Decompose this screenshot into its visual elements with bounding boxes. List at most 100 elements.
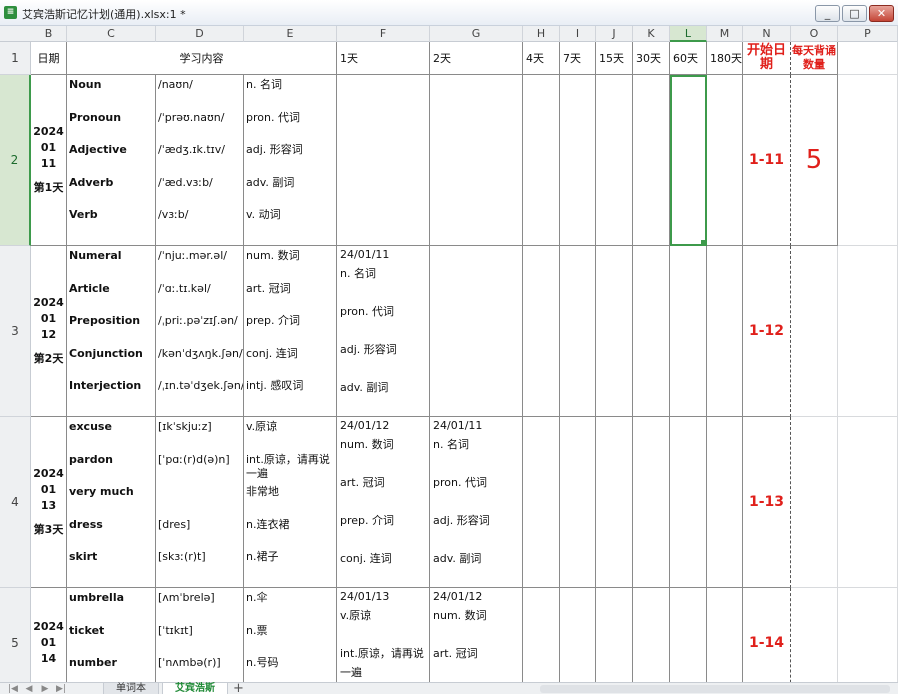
sheet-grid[interactable]: 日期 学习内容 1天 2天 4天 7天 15天 30天 60天 180天 开始日期 每天背诵数量 202…	[31, 42, 898, 682]
review-cell-l[interactable]	[670, 588, 707, 682]
empty-cell[interactable]	[791, 417, 838, 588]
review-day2-cell[interactable]	[430, 75, 523, 246]
phonetics-cell[interactable]: [ʌmˈbrelə] [ˈtɪkɪt] [ˈnʌmbə(r)]	[156, 588, 244, 682]
close-button[interactable]: ✕	[869, 5, 894, 22]
empty-cell[interactable]	[791, 588, 838, 682]
empty-cell[interactable]	[838, 42, 898, 75]
minimize-button[interactable]: _	[815, 5, 840, 22]
column-header-p[interactable]: P	[838, 26, 898, 42]
date-cell[interactable]: 2024 01 11 第1天	[31, 75, 67, 246]
column-header-j[interactable]: J	[596, 26, 633, 42]
review-cell-l[interactable]	[670, 417, 707, 588]
header-day-30[interactable]: 30天	[633, 42, 670, 75]
words-cell[interactable]: Numeral Article Preposition Conjunction Inte…	[67, 246, 156, 417]
sheet-tab-wordbook[interactable]: 单词本	[103, 683, 159, 694]
column-header-b[interactable]: B	[31, 26, 67, 42]
add-sheet-button[interactable]: +	[233, 681, 244, 694]
review-cell-h[interactable]	[523, 75, 560, 246]
date-cell[interactable]: 2024 01 13 第3天	[31, 417, 67, 588]
header-day-4[interactable]: 4天	[523, 42, 560, 75]
start-date-cell[interactable]: 1-11	[743, 75, 791, 246]
review-cell-i[interactable]	[560, 246, 596, 417]
review-cell-h[interactable]	[523, 588, 560, 682]
header-daily-count[interactable]: 每天背诵数量	[791, 42, 838, 75]
review-cell-i[interactable]	[560, 417, 596, 588]
review-cell-i[interactable]	[560, 588, 596, 682]
words-cell[interactable]: umbrella ticket number	[67, 588, 156, 682]
review-cell-i[interactable]	[560, 75, 596, 246]
prev-sheet-icon[interactable]: ◀	[22, 683, 36, 694]
column-header-d[interactable]: D	[156, 26, 244, 42]
empty-cell[interactable]	[838, 588, 898, 682]
column-header-h[interactable]: H	[523, 26, 560, 42]
next-sheet-icon[interactable]: ▶	[38, 683, 52, 694]
start-date-cell[interactable]: 1-12	[743, 246, 791, 417]
row-header-1[interactable]: 1	[0, 42, 31, 75]
row-header-4[interactable]: 4	[0, 417, 31, 588]
header-day-ate[interactable]: 日期	[31, 42, 67, 75]
column-header-c[interactable]: C	[67, 26, 156, 42]
review-cell-l[interactable]	[670, 246, 707, 417]
phonetics-cell[interactable]: /naʊn/ /ˈprəʊ.naʊn/ /ˈædʒ.ɪk.tɪv/ /ˈæd.vɜːb…	[156, 75, 244, 246]
start-date-cell[interactable]: 1-13	[743, 417, 791, 588]
column-header-g[interactable]: G	[430, 26, 523, 42]
sheet-tab-ebbinghaus[interactable]: 艾宾浩斯	[162, 683, 228, 694]
empty-cell[interactable]	[838, 417, 898, 588]
header-day-1[interactable]: 1天	[337, 42, 430, 75]
date-cell[interactable]: 2024 01 14	[31, 588, 67, 682]
empty-cell[interactable]	[791, 246, 838, 417]
review-cell-j[interactable]	[596, 417, 633, 588]
phonetics-cell[interactable]: /ˈnjuː.mər.əl/ /ˈɑː.tɪ.kəl/ /ˌpriː.pəˈzɪʃ.…	[156, 246, 244, 417]
header-day-2[interactable]: 2天	[430, 42, 523, 75]
row-header-2[interactable]: 2	[0, 75, 31, 246]
start-date-cell[interactable]: 1-14	[743, 588, 791, 682]
first-sheet-icon[interactable]: |◀	[6, 683, 20, 694]
words-cell[interactable]: excuse pardon very much dress skirt	[67, 417, 156, 588]
column-header-k[interactable]: K	[633, 26, 670, 42]
column-header-l[interactable]: L	[670, 26, 707, 42]
review-day2-cell[interactable]: 24/01/11 n. 名词 pron. 代词 adj. 形容词 adv. 副词	[430, 417, 523, 588]
column-header-m[interactable]: M	[707, 26, 743, 42]
review-day1-cell[interactable]	[337, 75, 430, 246]
review-cell-m[interactable]	[707, 417, 743, 588]
review-day1-cell[interactable]: 24/01/12 num. 数词 art. 冠词 prep. 介词 conj. 连词	[337, 417, 430, 588]
phonetics-cell[interactable]: [ɪkˈskjuːz] [ˈpɑː(r)d(ə)n] [dres] [skɜː(r)t…	[156, 417, 244, 588]
review-day2-cell[interactable]	[430, 246, 523, 417]
review-cell-k[interactable]	[633, 246, 670, 417]
review-cell-k[interactable]	[633, 417, 670, 588]
words-cell[interactable]: Noun Pronoun Adjective Adverb Verb	[67, 75, 156, 246]
horizontal-scrollbar[interactable]	[540, 685, 890, 693]
header-day-15[interactable]: 15天	[596, 42, 633, 75]
review-cell-j[interactable]	[596, 75, 633, 246]
review-cell-h[interactable]	[523, 246, 560, 417]
meanings-cell[interactable]: n.伞 n.票 n.号码	[244, 588, 337, 682]
review-day2-cell[interactable]: 24/01/12 num. 数词 art. 冠词	[430, 588, 523, 682]
row-header-5[interactable]: 5	[0, 588, 31, 694]
review-cell-m[interactable]	[707, 75, 743, 246]
meanings-cell[interactable]: v.原谅 int.原谅，请再说一遍 非常地 n.连衣裙 n.裙子	[244, 417, 337, 588]
meanings-cell[interactable]: num. 数词 art. 冠词 prep. 介词 conj. 连词 intj. 感叹词	[244, 246, 337, 417]
review-cell-m[interactable]	[707, 246, 743, 417]
header-day-7[interactable]: 7天	[560, 42, 596, 75]
date-cell[interactable]: 2024 01 12 第2天	[31, 246, 67, 417]
review-cell-h[interactable]	[523, 417, 560, 588]
row-header-3[interactable]: 3	[0, 246, 31, 417]
empty-cell[interactable]	[838, 75, 898, 246]
column-header-f[interactable]: F	[337, 26, 430, 42]
empty-cell[interactable]	[838, 246, 898, 417]
review-cell-k[interactable]	[633, 588, 670, 682]
last-sheet-icon[interactable]: ▶|	[54, 683, 68, 694]
review-cell-k[interactable]	[633, 75, 670, 246]
header-day-180[interactable]: 180天	[707, 42, 743, 75]
column-header-n[interactable]: N	[743, 26, 791, 42]
maximize-button[interactable]: □	[842, 5, 867, 22]
header-day-60[interactable]: 60天	[670, 42, 707, 75]
review-cell-l[interactable]	[670, 75, 707, 246]
column-header-i[interactable]: I	[560, 26, 596, 42]
review-day1-cell[interactable]: 24/01/11 n. 名词 pron. 代词 adj. 形容词 adv. 副词	[337, 246, 430, 417]
review-cell-m[interactable]	[707, 588, 743, 682]
header-content[interactable]: 学习内容	[67, 42, 337, 75]
header-start-date[interactable]: 开始日期	[743, 42, 791, 75]
review-day1-cell[interactable]: 24/01/13 v.原谅 int.原谅，请再说 一遍	[337, 588, 430, 682]
column-header-o[interactable]: O	[791, 26, 838, 42]
